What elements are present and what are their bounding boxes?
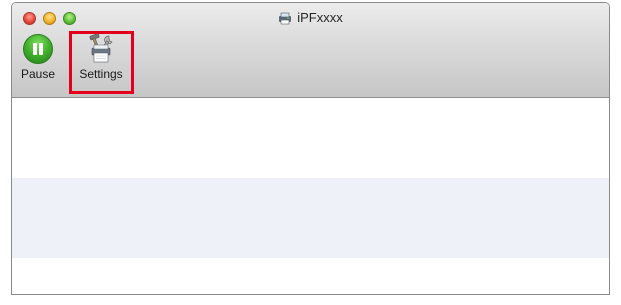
window-toolbar: iPFxxxx Pause Settings	[12, 3, 609, 98]
pause-button[interactable]: Pause	[15, 34, 61, 81]
list-row	[12, 138, 609, 178]
printer-queue-window: iPFxxxx Pause Settings	[11, 2, 610, 295]
pause-label: Pause	[20, 67, 56, 81]
printer-folder-icon	[279, 12, 292, 25]
settings-highlight-box	[69, 31, 134, 94]
job-list	[12, 98, 609, 294]
pause-circle-icon	[23, 34, 53, 64]
list-row	[12, 218, 609, 258]
window-title: iPFxxxx	[297, 10, 343, 25]
list-row	[12, 258, 609, 294]
list-row	[12, 98, 609, 138]
list-row	[12, 178, 609, 218]
window-title-bar: iPFxxxx	[12, 8, 609, 28]
